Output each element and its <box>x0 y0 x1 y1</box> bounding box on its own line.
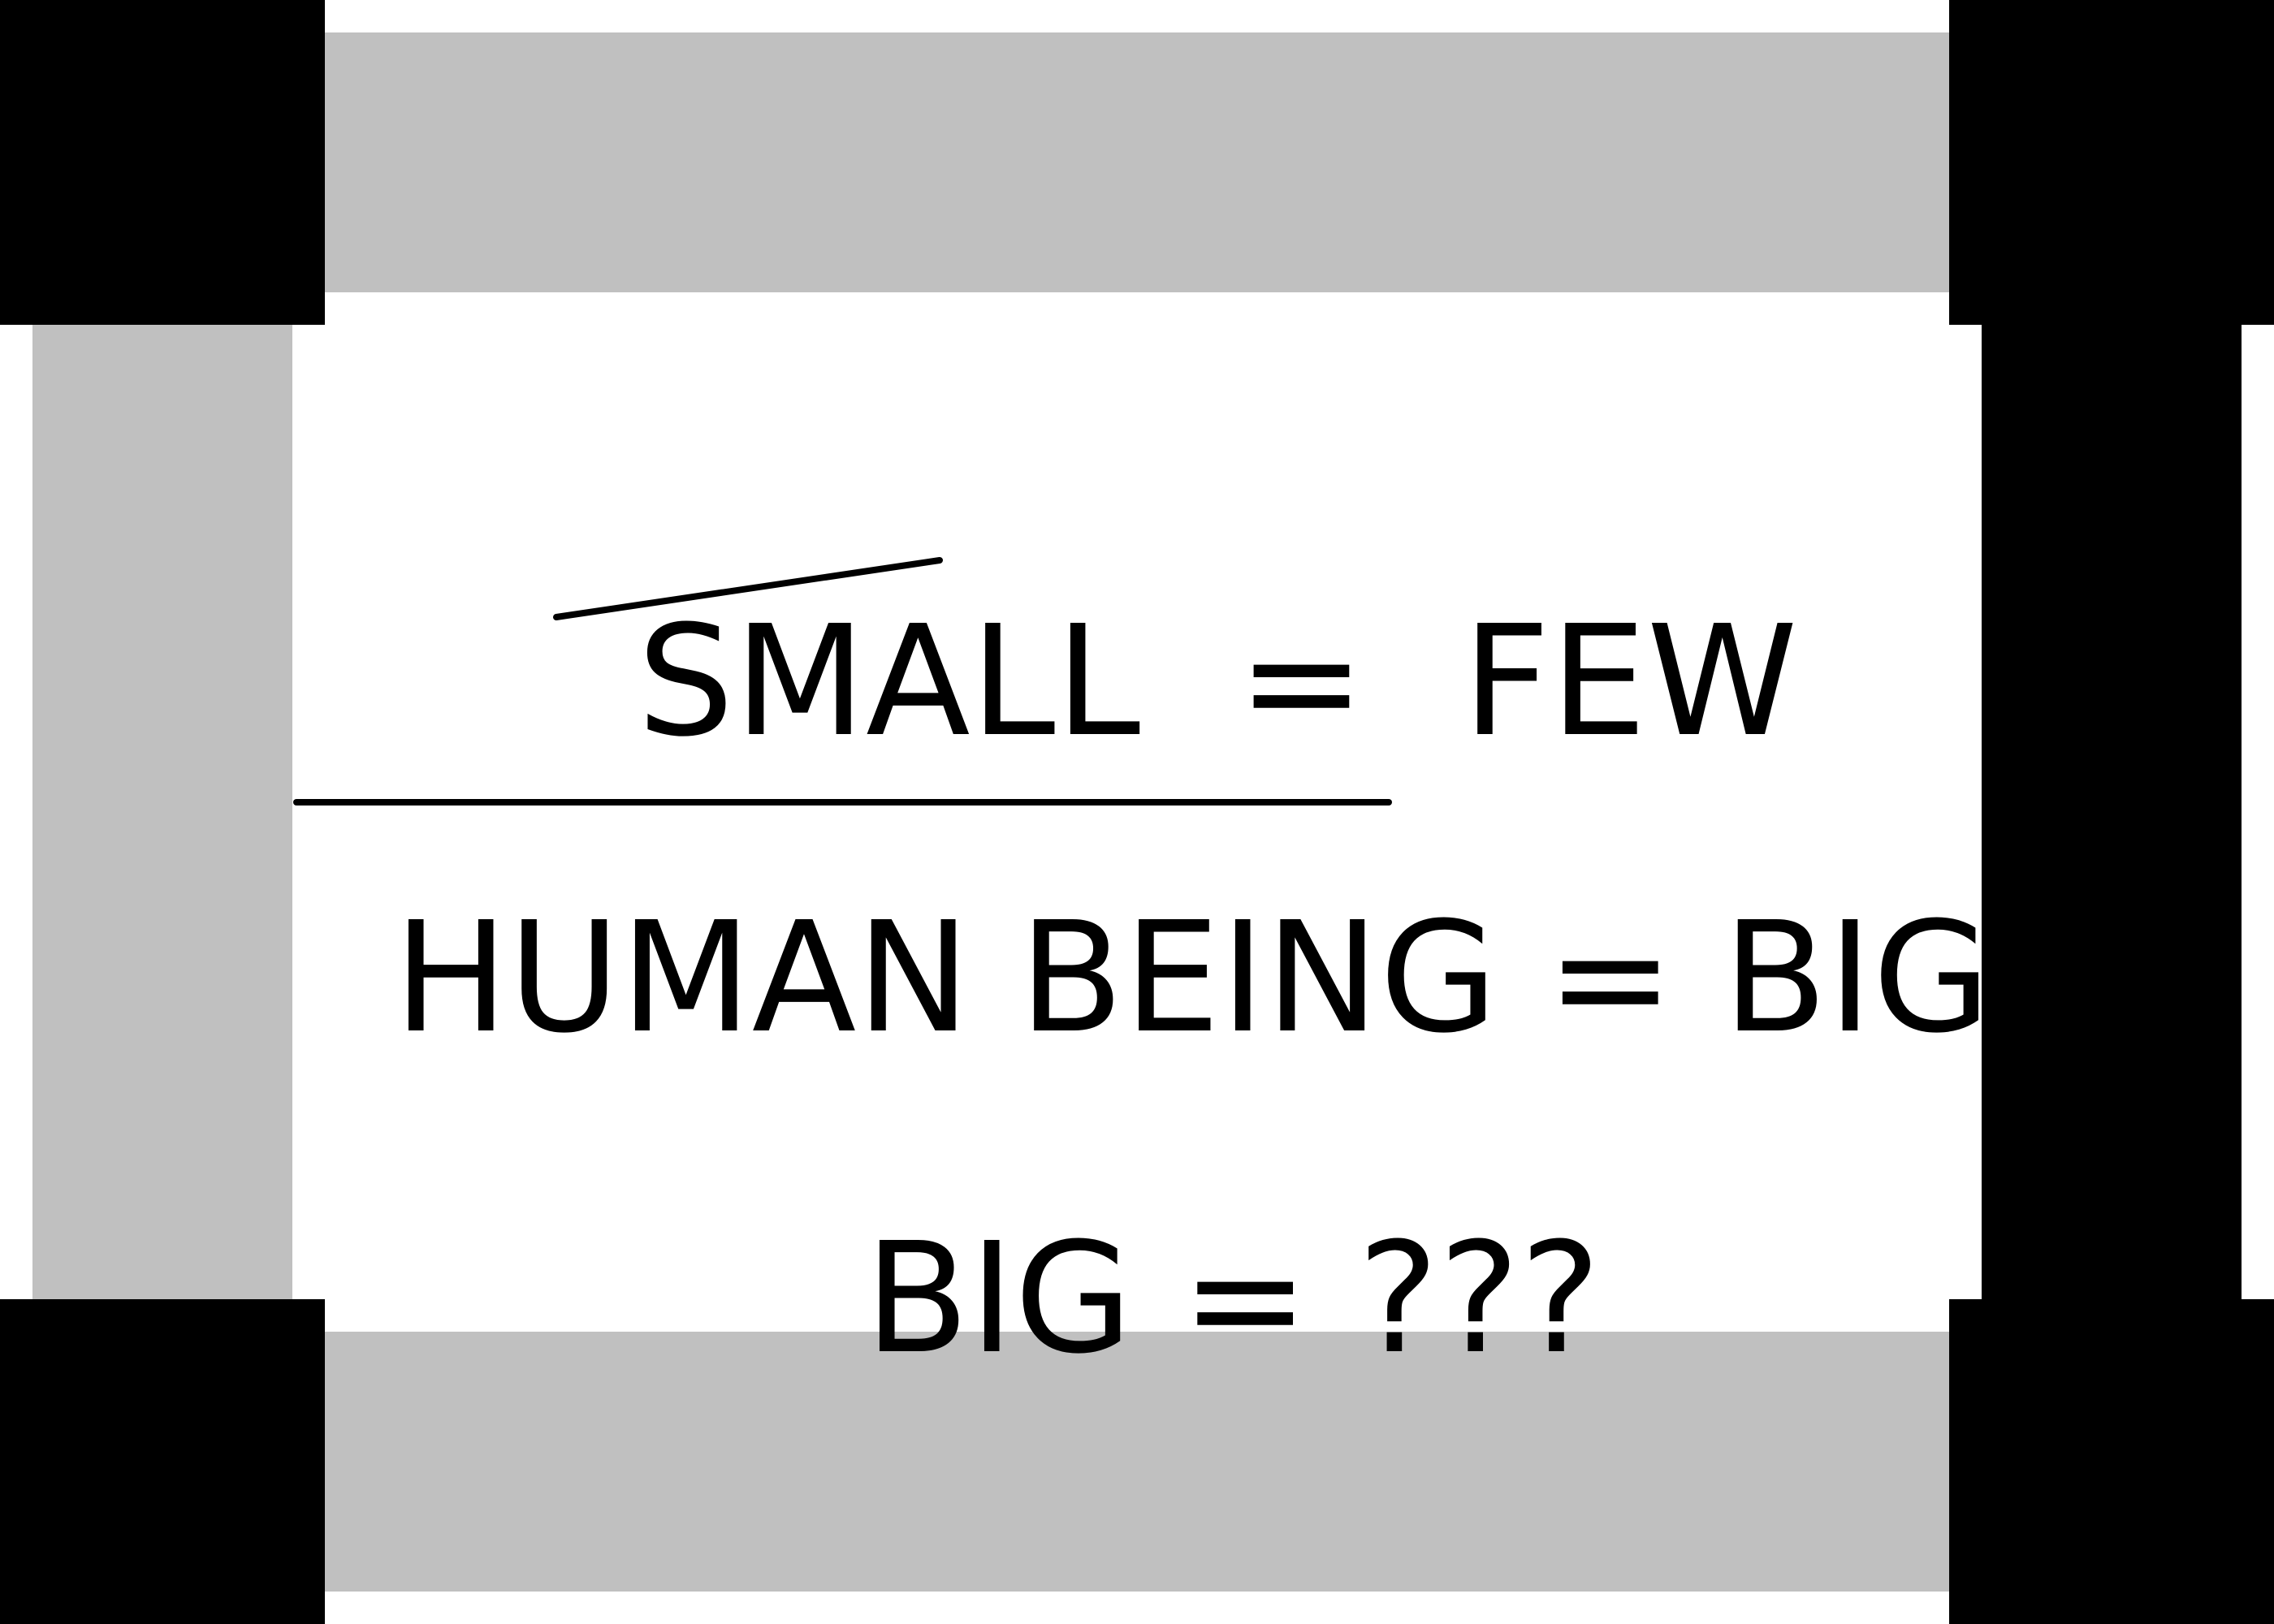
equation-line-2-rest: = BIG <box>1498 889 1991 1067</box>
frame-top-bar <box>325 32 1949 292</box>
corner-bottom-right <box>1949 1299 2274 1624</box>
equation-line-1: SMALL = FEW <box>540 438 1798 763</box>
frame-left-bar <box>32 325 292 1299</box>
frame-right-rail <box>1982 325 2242 1299</box>
equation-line-2: HUMAN BEING = BIG <box>296 735 1991 1060</box>
corner-bottom-left <box>0 1299 325 1624</box>
corner-top-right <box>1949 0 2274 325</box>
struck-phrase: HUMAN BEING <box>393 889 1498 1067</box>
equation-line-3: BIG = ??? <box>767 1056 1602 1380</box>
corner-top-left <box>0 0 325 325</box>
equation-line-3-text: BIG = ??? <box>864 1210 1602 1388</box>
